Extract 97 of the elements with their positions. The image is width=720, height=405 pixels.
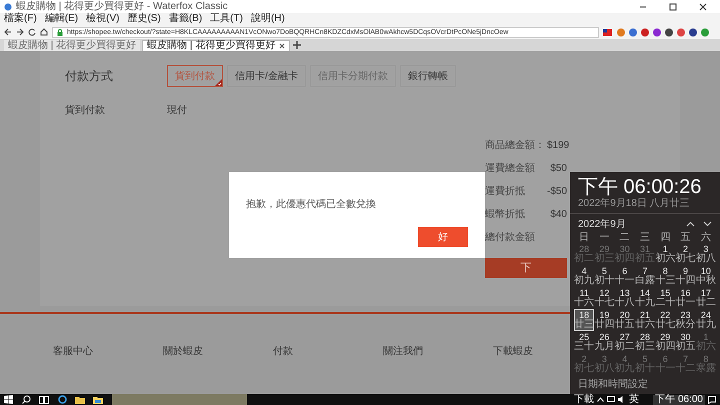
taskbar-clock[interactable]: 下午 06:00: [653, 394, 705, 404]
weekday-label: 三: [640, 232, 650, 243]
back-icon[interactable]: [4, 28, 12, 36]
summary-value: $50: [550, 162, 567, 173]
clock-time: 下午 06:00:26: [578, 176, 702, 198]
calendar-day[interactable]: 30 初五: [675, 331, 696, 353]
settings-link[interactable]: 日期和時間設定: [570, 377, 720, 392]
tray-label: 下載: [574, 394, 594, 404]
weekday-label: 四: [660, 232, 670, 243]
calendar-day[interactable]: 21 廿六: [634, 309, 656, 331]
browser-icon[interactable]: [58, 395, 67, 404]
home-icon[interactable]: [40, 28, 48, 36]
summary-value: -$50: [546, 185, 567, 196]
calendar-day[interactable]: 25 三十: [574, 331, 594, 353]
menu-item[interactable]: 檢視(V): [86, 14, 120, 24]
chevron-up-icon[interactable]: [686, 221, 695, 227]
calendar-day[interactable]: 28 初三: [634, 331, 656, 353]
payment-label: 貨到付款: [65, 104, 106, 118]
calendar-day[interactable]: 16 廿一: [675, 287, 696, 309]
calendar-day[interactable]: 8 十三: [655, 265, 676, 287]
reload-icon[interactable]: [28, 28, 36, 36]
monitor-icon[interactable]: [607, 396, 615, 403]
calendar-day[interactable]: 4 初九: [574, 265, 594, 287]
payment-option[interactable]: 銀行轉帳: [400, 65, 456, 87]
calendar-day[interactable]: 20 廿五: [614, 309, 635, 331]
maximize-icon[interactable]: [668, 2, 678, 10]
close-icon[interactable]: [698, 2, 708, 10]
payment-value: 現付: [167, 104, 187, 118]
calendar-day[interactable]: 24 廿九: [696, 309, 716, 331]
calendar-day[interactable]: 19 廿四: [594, 309, 615, 331]
search-icon[interactable]: [22, 395, 31, 404]
flag-icon: [603, 28, 612, 36]
windows-logo-icon[interactable]: [4, 395, 13, 404]
calendar-day[interactable]: 9 十四: [675, 265, 696, 287]
calendar-day[interactable]: 7 白露: [634, 265, 656, 287]
summary-label: 商品總金額：: [485, 138, 545, 150]
calendar-day[interactable]: 14 十九: [634, 287, 656, 309]
footer-heading: 關於蝦皮: [163, 346, 203, 357]
calendar-day[interactable]: 1 初六: [655, 243, 676, 265]
dialog-message: 抱歉，此優惠代碼已全數兌換: [246, 198, 377, 212]
weekday-label: 日: [579, 232, 590, 243]
calendar-day[interactable]: 13 十八: [614, 287, 635, 309]
place-order-button[interactable]: 下: [485, 258, 567, 278]
weekday-label: 一: [599, 232, 610, 243]
calendar-day[interactable]: 22 廿七: [655, 309, 676, 331]
summary-label: 運費折抵: [485, 184, 525, 196]
menu-item[interactable]: 檔案(F): [4, 14, 37, 24]
calendar-day[interactable]: 26 九月: [594, 331, 615, 353]
forward-icon[interactable]: [16, 28, 24, 36]
weekday-label: 六: [700, 232, 711, 243]
calendar-day[interactable]: 12 十七: [594, 287, 615, 309]
window-title: 蝦皮購物 | 花得更少買得更好 - Waterfox Classic: [16, 2, 229, 12]
folder-icon[interactable]: [93, 396, 103, 404]
full-date: 2022年9月18日 八月廿三: [578, 198, 691, 210]
tab-title: 蝦皮購物 | 花得更少買得更好: [147, 41, 276, 51]
calendar-day[interactable]: 15 二十: [655, 287, 676, 309]
summary-value: $199: [547, 139, 570, 150]
calendar-day[interactable]: 17 廿二: [696, 287, 716, 309]
month-title: 2022年9月: [578, 218, 627, 232]
weekday-label: 五: [680, 232, 691, 243]
calendar-day[interactable]: 6 十一: [614, 265, 635, 287]
calendar-day[interactable]: 11 十六: [574, 287, 594, 309]
summary-label: 運費總金額: [485, 162, 535, 173]
close-icon[interactable]: [279, 43, 286, 49]
lock-icon: [57, 28, 63, 36]
notification-icon[interactable]: [708, 396, 716, 404]
menu-item[interactable]: 說明(H): [250, 14, 285, 24]
menu-item[interactable]: 書籤(B): [168, 14, 202, 24]
summary-label: 蝦幣折抵: [485, 208, 525, 219]
footer-heading: 付款: [273, 346, 293, 357]
calendar-day[interactable]: 10 中秋: [696, 265, 716, 287]
check-corner-icon: [215, 79, 222, 86]
browser-tab[interactable]: 蝦皮購物 | 花得更少買得更好: [142, 40, 290, 51]
summary-label: 總付款金額: [485, 230, 535, 242]
calendar-day[interactable]: 29 初四: [655, 331, 676, 353]
footer-heading: 客服中心: [53, 346, 93, 357]
payment-option: 信用卡分期付款: [310, 65, 396, 87]
summary-value: $40: [550, 208, 567, 219]
ime-indicator[interactable]: 英: [629, 394, 639, 404]
footer-heading: 關注我們: [383, 346, 423, 357]
calendar-day[interactable]: 2 初七: [675, 243, 696, 265]
browser-logo-icon: [4, 2, 12, 10]
menu-item[interactable]: 編輯(E): [44, 14, 78, 24]
task-view-icon[interactable]: [39, 396, 49, 404]
weekday-label: 二: [620, 232, 630, 243]
section-heading: 付款方式: [65, 68, 114, 85]
new-tab-icon[interactable]: [292, 40, 302, 50]
ok-button[interactable]: 好: [418, 227, 468, 247]
chevron-down-icon[interactable]: [703, 221, 712, 227]
calendar-day[interactable]: 5 初十: [594, 265, 615, 287]
payment-option[interactable]: 信用卡/金融卡: [227, 65, 306, 87]
menu-item[interactable]: 工具(T): [210, 14, 243, 24]
calendar-day[interactable]: 27 初二: [614, 331, 635, 353]
calendar-day[interactable]: 3 初八: [696, 243, 716, 265]
menu-item[interactable]: 歷史(S): [127, 14, 161, 24]
calendar-day[interactable]: 23 秋分: [675, 309, 696, 331]
footer-heading: 下載蝦皮: [493, 346, 533, 357]
